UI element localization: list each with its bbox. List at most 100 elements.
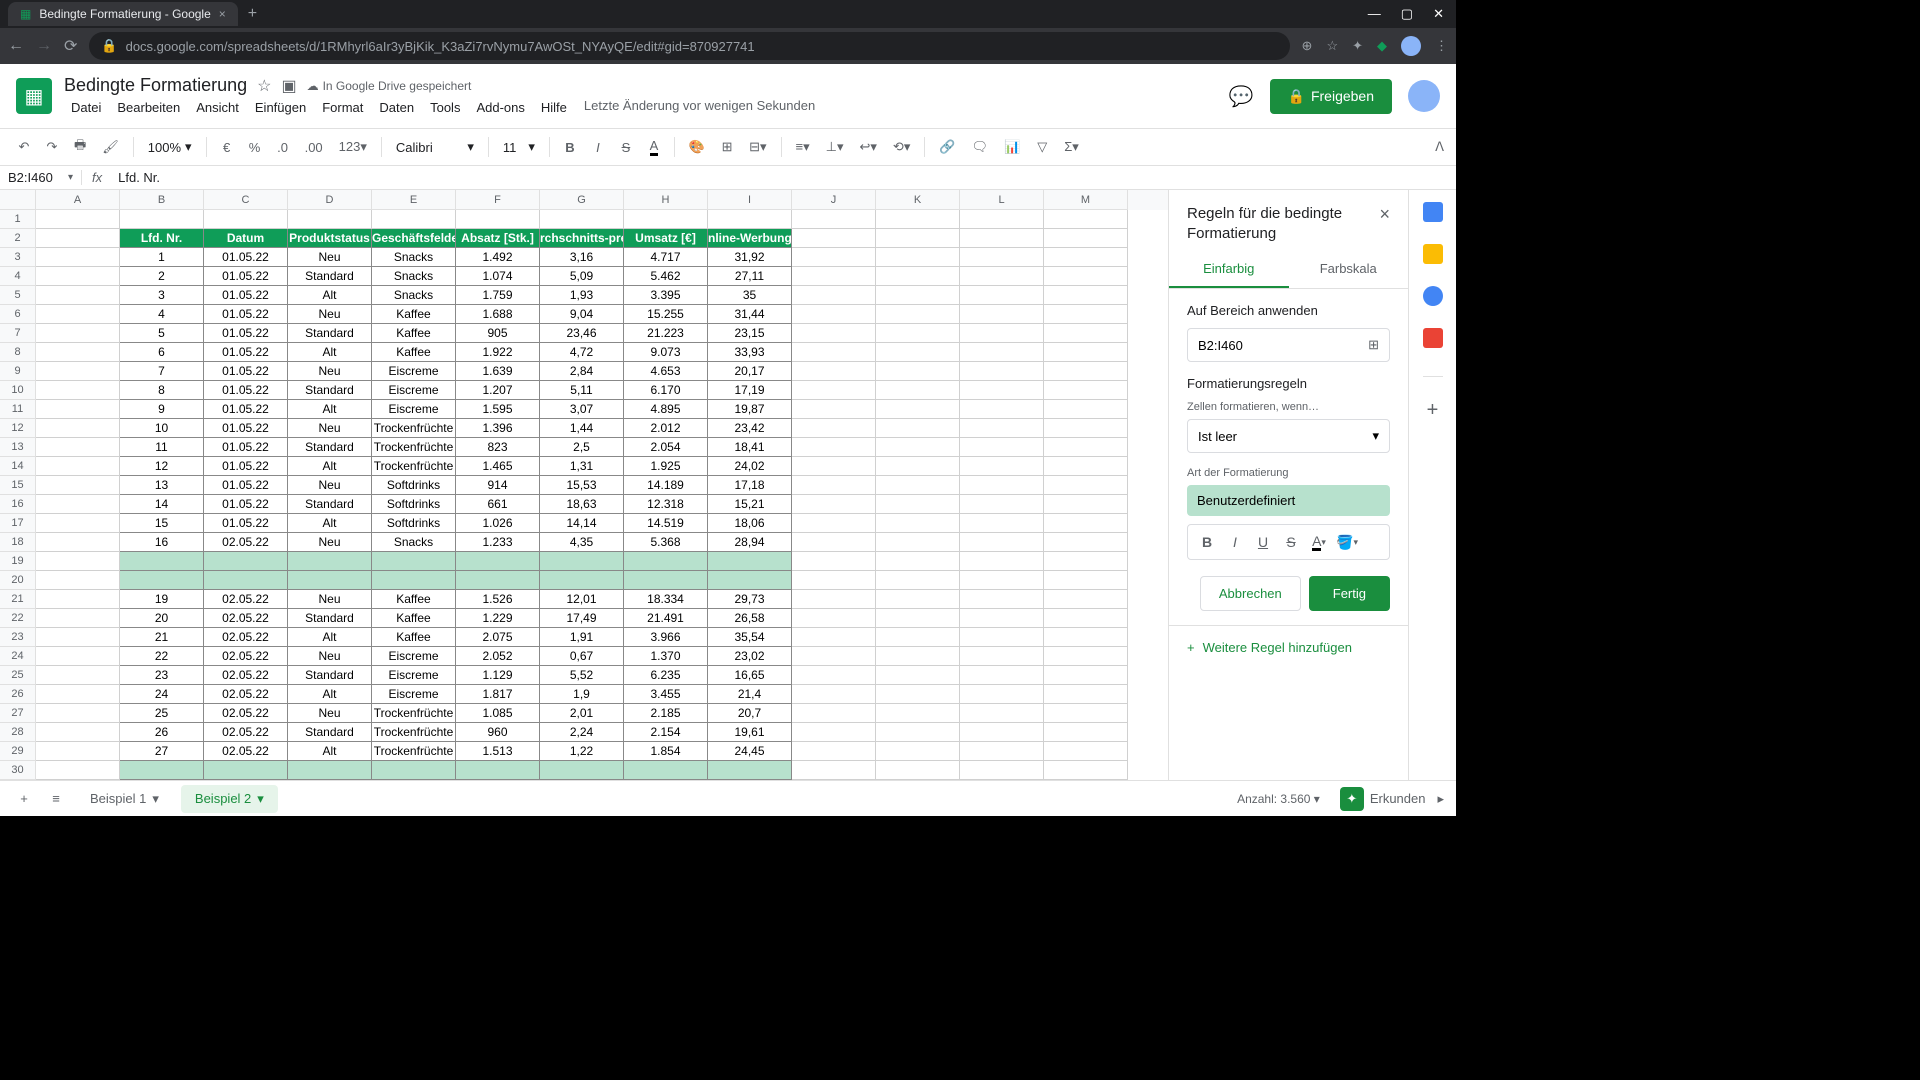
table-cell[interactable]: Snacks xyxy=(372,248,456,267)
percent-icon[interactable]: % xyxy=(243,136,267,159)
table-cell[interactable]: 10 xyxy=(120,419,204,438)
col-header[interactable]: B xyxy=(120,190,204,210)
table-cell[interactable]: 23,42 xyxy=(708,419,792,438)
cell[interactable] xyxy=(960,438,1044,457)
menu-tools[interactable]: Tools xyxy=(423,98,467,117)
reload-icon[interactable]: ⟳ xyxy=(64,36,77,56)
row-header[interactable]: 9 xyxy=(0,362,36,381)
table-cell[interactable]: 905 xyxy=(456,324,540,343)
star-icon[interactable]: ☆ xyxy=(257,76,271,96)
table-cell[interactable]: Neu xyxy=(288,476,372,495)
cell[interactable] xyxy=(1044,495,1128,514)
cell[interactable] xyxy=(1044,457,1128,476)
chart-icon[interactable]: 📊 xyxy=(998,135,1026,159)
table-cell[interactable]: 1.229 xyxy=(456,609,540,628)
more-formats-icon[interactable]: 123▾ xyxy=(333,135,373,159)
cell[interactable] xyxy=(792,286,876,305)
table-cell[interactable]: 02.05.22 xyxy=(204,628,288,647)
new-tab-button[interactable]: + xyxy=(248,5,257,23)
row-header[interactable]: 23 xyxy=(0,628,36,647)
col-header[interactable]: H xyxy=(624,190,708,210)
table-cell[interactable]: 5 xyxy=(120,324,204,343)
table-cell[interactable]: 1.922 xyxy=(456,343,540,362)
table-cell[interactable]: 01.05.22 xyxy=(204,400,288,419)
cell[interactable] xyxy=(960,628,1044,647)
col-header[interactable]: C xyxy=(204,190,288,210)
cell[interactable] xyxy=(876,267,960,286)
table-cell[interactable]: 9.073 xyxy=(624,343,708,362)
cell[interactable] xyxy=(876,248,960,267)
table-cell[interactable]: 18,41 xyxy=(708,438,792,457)
share-button[interactable]: 🔒 Freigeben xyxy=(1270,79,1392,114)
cell[interactable] xyxy=(1044,248,1128,267)
cell[interactable] xyxy=(960,571,1044,590)
row-header[interactable]: 22 xyxy=(0,609,36,628)
contacts-icon[interactable] xyxy=(1423,328,1443,348)
table-cell[interactable]: 1.233 xyxy=(456,533,540,552)
table-cell[interactable]: 2.012 xyxy=(624,419,708,438)
table-cell[interactable]: Softdrinks xyxy=(372,476,456,495)
explore-button[interactable]: ✦ Erkunden xyxy=(1340,787,1426,811)
table-cell[interactable]: 2.052 xyxy=(456,647,540,666)
table-cell[interactable]: Softdrinks xyxy=(372,514,456,533)
table-cell[interactable]: Kaffee xyxy=(372,590,456,609)
table-cell[interactable]: 8 xyxy=(120,381,204,400)
all-sheets-icon[interactable]: ≡ xyxy=(44,787,68,810)
table-cell[interactable]: 914 xyxy=(456,476,540,495)
table-cell[interactable]: 2.075 xyxy=(456,628,540,647)
table-cell[interactable]: 15,53 xyxy=(540,476,624,495)
table-cell[interactable]: 12,01 xyxy=(540,590,624,609)
last-edit-text[interactable]: Letzte Änderung vor wenigen Sekunden xyxy=(584,98,815,117)
table-cell[interactable]: 1.074 xyxy=(456,267,540,286)
table-cell[interactable] xyxy=(624,761,708,780)
table-cell[interactable]: 22 xyxy=(120,647,204,666)
cell[interactable] xyxy=(36,647,120,666)
row-header[interactable]: 14 xyxy=(0,457,36,476)
table-cell[interactable]: 17,18 xyxy=(708,476,792,495)
table-cell[interactable]: Standard xyxy=(288,666,372,685)
table-cell[interactable] xyxy=(456,761,540,780)
cell[interactable] xyxy=(792,495,876,514)
row-header[interactable]: 30 xyxy=(0,761,36,780)
cell[interactable] xyxy=(1044,685,1128,704)
table-cell[interactable]: 12 xyxy=(120,457,204,476)
cell[interactable] xyxy=(792,248,876,267)
col-header[interactable]: M xyxy=(1044,190,1128,210)
table-cell[interactable]: 2.154 xyxy=(624,723,708,742)
table-cell[interactable]: 21,4 xyxy=(708,685,792,704)
cell[interactable] xyxy=(792,476,876,495)
table-cell[interactable] xyxy=(624,571,708,590)
table-cell[interactable]: 5.368 xyxy=(624,533,708,552)
cell[interactable] xyxy=(624,210,708,229)
table-cell[interactable]: 2.054 xyxy=(624,438,708,457)
wrap-icon[interactable]: ↩▾ xyxy=(854,135,883,159)
cell[interactable] xyxy=(876,324,960,343)
table-cell[interactable]: 1 xyxy=(120,248,204,267)
tab-color-scale[interactable]: Farbskala xyxy=(1289,251,1409,288)
cell[interactable] xyxy=(876,590,960,609)
table-cell[interactable]: Standard xyxy=(288,381,372,400)
cell[interactable] xyxy=(36,438,120,457)
col-header[interactable]: D xyxy=(288,190,372,210)
cell[interactable] xyxy=(960,552,1044,571)
table-cell[interactable]: 16 xyxy=(120,533,204,552)
table-cell[interactable]: Alt xyxy=(288,286,372,305)
cell[interactable] xyxy=(1044,229,1128,248)
row-header[interactable]: 21 xyxy=(0,590,36,609)
table-cell[interactable]: 01.05.22 xyxy=(204,267,288,286)
extensions-icon[interactable]: ✦ xyxy=(1352,38,1363,54)
cell[interactable] xyxy=(876,628,960,647)
v-align-icon[interactable]: ⊥▾ xyxy=(820,135,850,159)
table-cell[interactable]: 9,04 xyxy=(540,305,624,324)
table-header-cell[interactable]: Geschäftsfelder xyxy=(372,229,456,248)
table-cell[interactable]: Neu xyxy=(288,647,372,666)
cell[interactable] xyxy=(960,685,1044,704)
cell[interactable] xyxy=(960,457,1044,476)
cell[interactable] xyxy=(876,723,960,742)
table-cell[interactable]: Eiscreme xyxy=(372,647,456,666)
row-header[interactable]: 28 xyxy=(0,723,36,742)
merge-icon[interactable]: ⊟▾ xyxy=(743,135,772,159)
menu-addons[interactable]: Add-ons xyxy=(469,98,531,117)
table-cell[interactable]: 25 xyxy=(120,704,204,723)
cell[interactable] xyxy=(36,704,120,723)
